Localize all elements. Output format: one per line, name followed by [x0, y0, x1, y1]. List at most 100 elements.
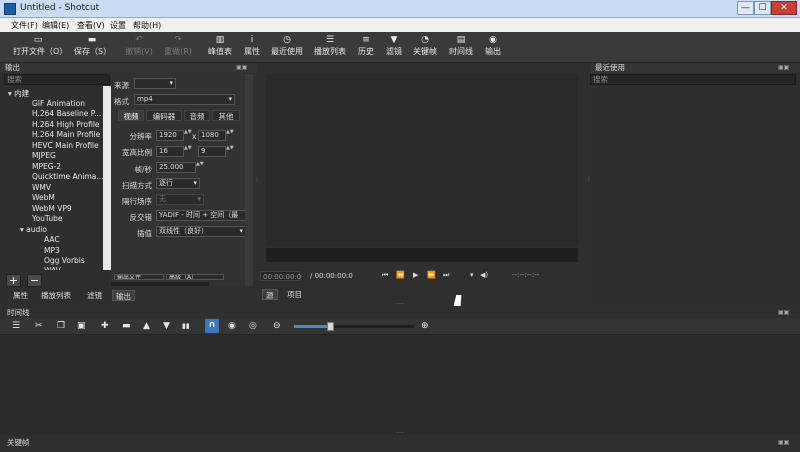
- tab-source[interactable]: 源: [262, 289, 278, 300]
- preset-search-input[interactable]: 搜索: [4, 74, 110, 85]
- panel-float-close-icon[interactable]: ▣▣: [778, 439, 789, 446]
- tree-item[interactable]: WMV: [32, 183, 51, 192]
- splitter-handle[interactable]: ‥‥: [396, 428, 404, 435]
- fast-forward-icon[interactable]: ⏩: [427, 271, 436, 279]
- menu-edit[interactable]: 编辑(E): [42, 20, 69, 31]
- menu-view[interactable]: 查看(V): [77, 20, 105, 31]
- aspect-width-spinner-icon[interactable]: ▲▼: [184, 146, 192, 157]
- remove-preset-button[interactable]: −: [27, 274, 42, 287]
- keyframes-button[interactable]: ◔ 关键帧: [412, 35, 438, 57]
- height-spinner-icon[interactable]: ▲▼: [226, 130, 234, 141]
- playlist-button[interactable]: ☰ 播放列表: [313, 35, 347, 57]
- fps-spinner-icon[interactable]: ▲▼: [196, 162, 204, 173]
- remove-icon[interactable]: ▬: [122, 320, 131, 332]
- copy-icon[interactable]: ❐: [57, 320, 65, 332]
- tree-scrollbar[interactable]: [103, 86, 111, 270]
- recent-search-input[interactable]: 搜索: [590, 74, 796, 85]
- history-button[interactable]: ≡ 历史: [357, 35, 375, 57]
- scrubber-bar[interactable]: [266, 248, 578, 262]
- export-button[interactable]: ◉ 输出: [484, 35, 502, 57]
- menu-settings[interactable]: 设置: [110, 20, 126, 31]
- tree-item[interactable]: GIF Animation: [32, 99, 85, 108]
- tab-project[interactable]: 项目: [284, 289, 305, 300]
- deinterlace-select[interactable]: YADIF - 时间 + 空间（最: [156, 210, 248, 221]
- tab-playlist[interactable]: 播放列表: [38, 290, 74, 301]
- aspect-width-input[interactable]: 16: [156, 146, 184, 157]
- scan-mode-select[interactable]: 逐行 ▾: [156, 178, 200, 189]
- tree-item[interactable]: MJPEG: [32, 151, 56, 160]
- advanced-button[interactable]: 高级（A）: [166, 274, 224, 280]
- tab-properties[interactable]: 属性: [10, 290, 31, 301]
- undo-button[interactable]: ↶ 撤销(Ⅴ): [125, 35, 153, 57]
- tab-filters[interactable]: 滤镜: [84, 290, 105, 301]
- timeline-tracks[interactable]: [0, 335, 800, 435]
- peak-meter-button[interactable]: ▥ 峰值表: [207, 35, 233, 57]
- rewind-icon[interactable]: ⏪: [396, 271, 405, 279]
- skip-previous-icon[interactable]: ⏮: [382, 271, 388, 280]
- lift-icon[interactable]: ▲: [143, 320, 150, 332]
- tree-item[interactable]: MP3: [44, 246, 60, 255]
- properties-button[interactable]: i 属性: [243, 35, 261, 57]
- resolution-width-input[interactable]: 1920: [156, 130, 184, 141]
- play-icon[interactable]: ▶: [413, 271, 418, 279]
- recent-button[interactable]: ◷ 最近使用: [271, 35, 303, 57]
- splitter-handle[interactable]: ⋮: [254, 176, 260, 183]
- aspect-height-spinner-icon[interactable]: ▲▼: [226, 146, 234, 157]
- menu-file[interactable]: 文件(F): [11, 20, 38, 31]
- ripple-icon[interactable]: ◎: [249, 320, 257, 332]
- split-icon[interactable]: ▮▮: [182, 320, 190, 332]
- aspect-height-input[interactable]: 9: [198, 146, 226, 157]
- snap-icon[interactable]: ∩: [205, 319, 219, 333]
- zoom-in-icon[interactable]: ⊕: [421, 320, 429, 332]
- tab-video[interactable]: 视频: [118, 110, 144, 121]
- width-spinner-icon[interactable]: ▲▼: [184, 130, 192, 141]
- tree-item[interactable]: H.264 High Profile: [32, 120, 100, 129]
- tree-item[interactable]: Quicktime Anima...: [32, 172, 104, 181]
- maximize-button[interactable]: ☐: [754, 1, 771, 15]
- tree-item[interactable]: WebM: [32, 193, 55, 202]
- panel-float-close-icon[interactable]: ▣▣: [778, 64, 789, 71]
- tab-other[interactable]: 其他: [212, 110, 240, 121]
- tab-export[interactable]: 输出: [112, 290, 135, 301]
- redo-button[interactable]: ↷ 重做(R): [163, 35, 193, 57]
- timeline-button[interactable]: ▤ 时间线: [448, 35, 474, 57]
- skip-next-icon[interactable]: ⏭: [443, 271, 449, 280]
- timeline-menu-icon[interactable]: ☰: [12, 320, 20, 332]
- field-order-select[interactable]: 无 ▾: [156, 194, 204, 205]
- volume-icon[interactable]: ◀): [480, 271, 488, 279]
- open-file-button[interactable]: ▭ 打开文件（O）: [13, 35, 67, 57]
- format-select[interactable]: mp4 ▾: [134, 94, 235, 105]
- tree-item[interactable]: YouTube: [32, 214, 63, 223]
- tab-codec[interactable]: 编码器: [146, 110, 182, 121]
- filters-button[interactable]: ▼ 滤镜: [385, 35, 403, 57]
- interpolation-select[interactable]: 双线性（良好） ▾: [156, 226, 246, 237]
- tree-item[interactable]: MPEG-2: [32, 162, 61, 171]
- video-preview[interactable]: [266, 74, 578, 246]
- tree-item[interactable]: WebM VP9: [32, 204, 72, 213]
- scrub-icon[interactable]: ◉: [228, 320, 236, 332]
- cut-icon[interactable]: ✂: [35, 320, 43, 332]
- tree-item[interactable]: H.264 Main Profile: [32, 130, 100, 139]
- settings-scrollbar[interactable]: [245, 74, 253, 286]
- splitter-handle[interactable]: ‥‥: [396, 299, 404, 306]
- tree-item-builtin[interactable]: ▾ 内建: [8, 88, 29, 99]
- save-button[interactable]: ▬ 保存（S）: [74, 35, 111, 57]
- chevron-down-icon[interactable]: ▾: [470, 271, 474, 279]
- timecode-position-input[interactable]: 00:00:00:0: [260, 271, 301, 281]
- fps-input[interactable]: 25.000: [156, 162, 196, 173]
- panel-float-close-icon[interactable]: ▣▣: [236, 64, 247, 71]
- zoom-out-icon[interactable]: ⊖: [273, 320, 281, 332]
- panel-float-close-icon[interactable]: ▣▣: [778, 309, 789, 316]
- tree-item[interactable]: Ogg Vorbis: [44, 256, 85, 265]
- horizontal-scrollbar[interactable]: [111, 282, 209, 286]
- tree-item-audio[interactable]: ▾ audio: [20, 225, 47, 234]
- tree-item[interactable]: HEVC Main Profile: [32, 141, 99, 150]
- paste-icon[interactable]: ▣: [77, 320, 86, 332]
- export-file-button[interactable]: 输出文件: [114, 274, 164, 280]
- menu-help[interactable]: 帮助(H): [133, 20, 161, 31]
- append-icon[interactable]: ✚: [101, 320, 109, 332]
- overwrite-icon[interactable]: ▼: [163, 320, 170, 332]
- tree-item[interactable]: H.264 Baseline P...: [32, 109, 101, 118]
- tab-audio[interactable]: 音频: [184, 110, 210, 121]
- close-button[interactable]: ✕: [771, 1, 797, 15]
